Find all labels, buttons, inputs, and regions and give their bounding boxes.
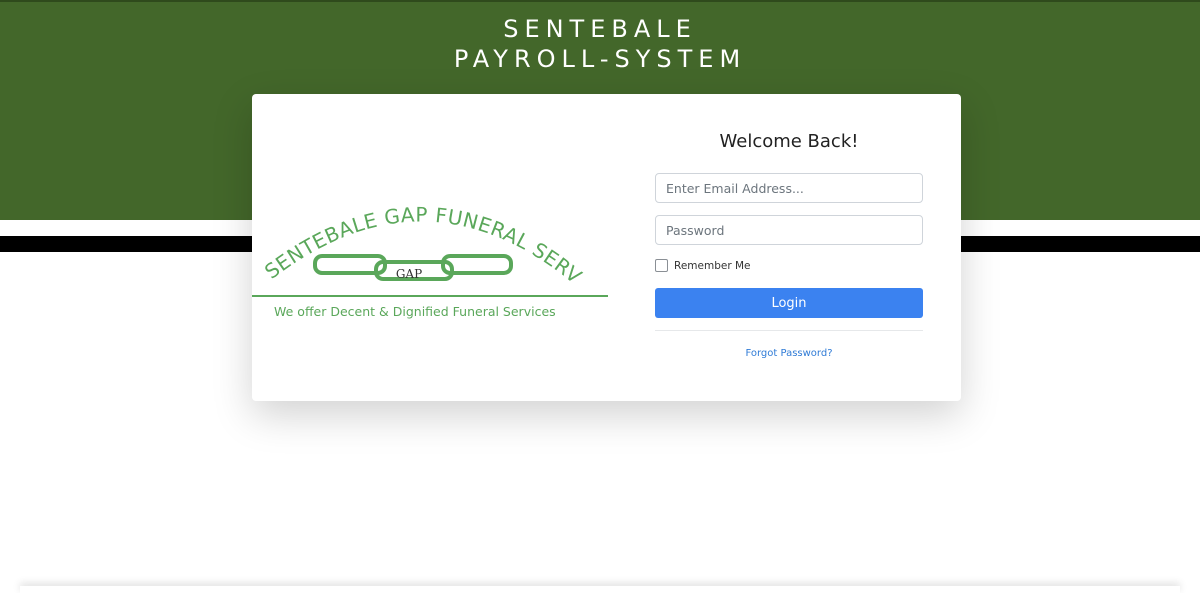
title-line-2: PAYROLL-SYSTEM (453, 45, 747, 73)
logo-underline (252, 295, 608, 297)
forgot-password-link[interactable]: Forgot Password? (655, 348, 923, 359)
logo-chain-text: GAP (396, 267, 422, 281)
login-button[interactable]: Login (655, 288, 923, 318)
email-field[interactable] (655, 173, 923, 203)
logo-tagline: We offer Decent & Dignified Funeral Serv… (274, 304, 556, 319)
password-field[interactable] (655, 215, 923, 245)
remember-me-checkbox[interactable] (655, 259, 668, 272)
remember-me-label: Remember Me (674, 259, 751, 272)
title-line-1: SENTEBALE (503, 15, 697, 43)
remember-me-row[interactable]: Remember Me (655, 259, 751, 272)
form-divider (655, 330, 923, 331)
logo-graphic: SENTEBALE GAP FUNERAL SERVICES GAP We of… (252, 189, 608, 319)
welcome-heading: Welcome Back! (719, 131, 859, 152)
login-card: SENTEBALE GAP FUNERAL SERVICES GAP We of… (252, 94, 961, 401)
bottom-shadow (20, 586, 1180, 593)
page-title: SENTEBALE PAYROLL-SYSTEM (0, 14, 1200, 74)
company-logo: SENTEBALE GAP FUNERAL SERVICES GAP We of… (252, 189, 608, 349)
